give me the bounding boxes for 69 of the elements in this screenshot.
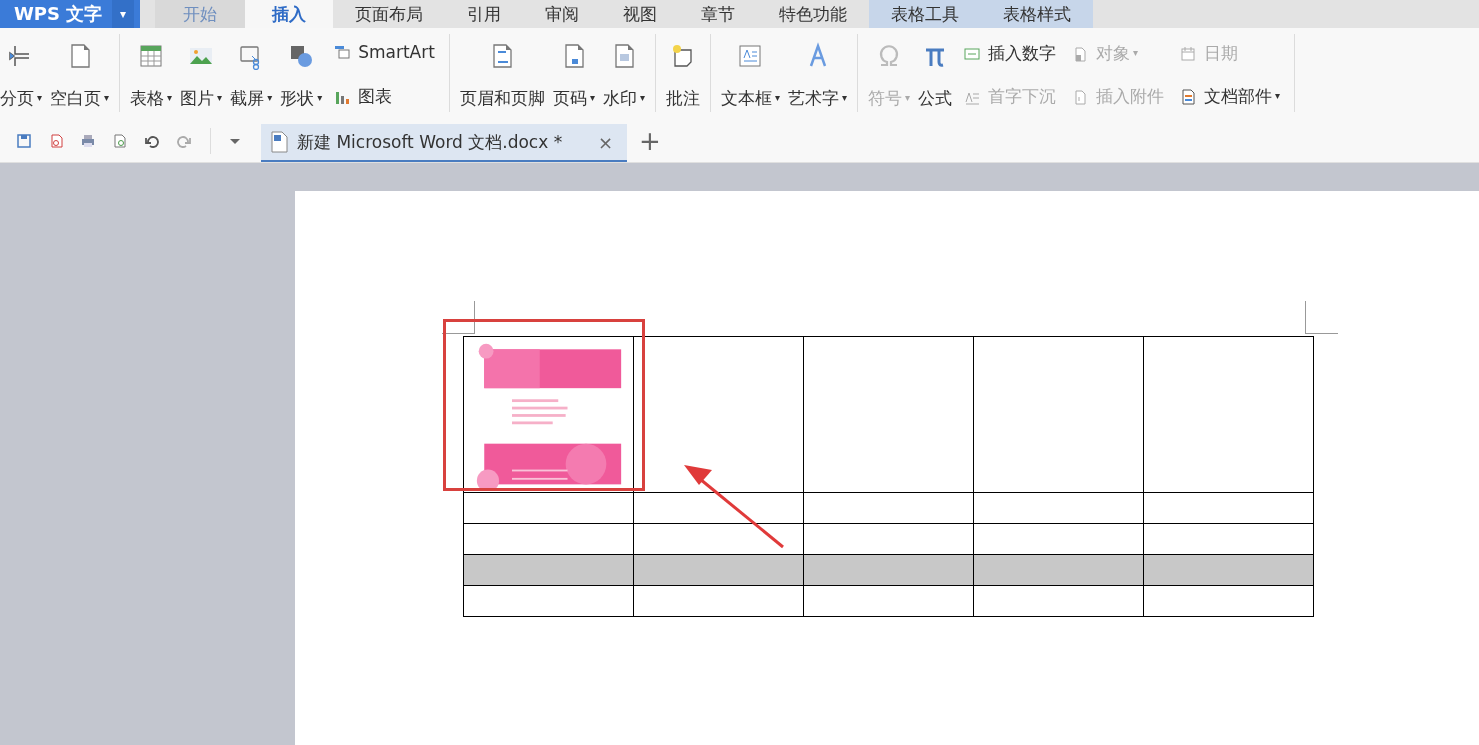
document-icon [269,131,289,153]
ribbon-tab[interactable]: 视图 [601,0,679,28]
table-cell[interactable] [1143,523,1314,555]
table-cell[interactable] [973,585,1144,617]
ribbon-button[interactable]: 空白页 $^{▾}$ [46,34,114,112]
ribbon-button[interactable]: 水印 $^{▾}$ [598,34,649,112]
close-button[interactable]: × [591,130,619,154]
ribbon-button[interactable]: SmartArt [332,40,437,64]
app-menu-button[interactable]: WPS 文字 ▾ [0,0,140,28]
margin-mark [442,301,475,334]
table-cell[interactable] [973,336,1144,493]
ribbon-button[interactable]: 页码 $^{▾}$ [548,34,599,112]
document-title: 新建 Microsoft Word 文档.docx * [297,130,563,154]
table-cell[interactable] [803,336,974,493]
document-tab[interactable]: 新建 Microsoft Word 文档.docx * × [261,124,627,162]
attachment-icon [1072,88,1089,105]
ribbon-tab[interactable]: 审阅 [523,0,601,28]
ribbon-tab[interactable]: 表格工具 [869,0,981,28]
ribbon-tab[interactable]: 页面布局 [333,0,445,28]
table-cell[interactable] [1143,336,1314,493]
table-cell[interactable] [633,492,804,524]
ribbon-tab[interactable]: 插入 [245,0,333,28]
ribbon-button[interactable]: 页眉和页脚 [455,34,549,112]
ribbon-tab[interactable]: 特色功能 [757,0,869,28]
table-cell[interactable] [1143,585,1314,617]
table-cell[interactable] [1143,554,1314,586]
ribbon-button[interactable]: 文本框 $^{▾}$ [716,34,784,112]
ribbon-button[interactable]: 艺术字 $^{▾}$ [784,34,852,112]
table-cell[interactable] [973,492,1144,524]
ribbon-button[interactable]: 图表 [332,83,437,110]
export-pdf-icon[interactable] [48,133,64,149]
ribbon-button[interactable]: 分页 $^{▾}$ [0,34,47,112]
document-icon [1180,88,1197,105]
ribbon-tab[interactable]: 引用 [445,0,523,28]
table-cell[interactable] [463,336,634,493]
print-icon[interactable] [80,133,96,149]
undo-icon[interactable] [144,133,160,149]
ribbon-button[interactable]: 插入数字 [962,40,1059,67]
table-cell[interactable] [463,554,634,586]
object-icon [1072,45,1089,62]
smartart-icon [334,44,351,60]
ribbon-tab[interactable]: 章节 [679,0,757,28]
table-cell[interactable] [633,585,804,617]
ribbon-button[interactable]: 表格 $^{▾}$ [126,34,177,112]
margin-mark [1305,301,1338,334]
number-icon [964,45,981,62]
table-cell[interactable] [803,585,974,617]
table-cell[interactable] [633,554,804,586]
calendar-icon [1180,45,1197,62]
table-cell[interactable] [973,523,1144,555]
ribbon-button[interactable]: 批注 [661,34,704,112]
table-cell[interactable] [803,554,974,586]
print-preview-icon[interactable] [112,133,128,149]
table-cell[interactable] [463,523,634,555]
table-cell[interactable] [463,492,634,524]
table-cell[interactable] [803,492,974,524]
table-cell[interactable] [633,523,804,555]
ribbon-button[interactable]: 形状 $^{▾}$ [276,34,327,112]
ribbon-button[interactable]: 文档部件 $^{▾}$ [1178,83,1283,110]
ribbon-button[interactable]: 公式 [914,34,957,112]
ribbon-button[interactable]: 图片 $^{▾}$ [176,34,227,112]
table-cell[interactable] [463,585,634,617]
table-cell[interactable] [803,523,974,555]
ribbon-button[interactable]: 截屏 $^{▾}$ [226,34,277,112]
ribbon-tab[interactable]: 表格样式 [981,0,1093,28]
table-cell[interactable] [973,554,1144,586]
table-cell[interactable] [1143,492,1314,524]
new-tab-button[interactable]: + [633,125,667,157]
save-icon[interactable] [16,133,32,149]
